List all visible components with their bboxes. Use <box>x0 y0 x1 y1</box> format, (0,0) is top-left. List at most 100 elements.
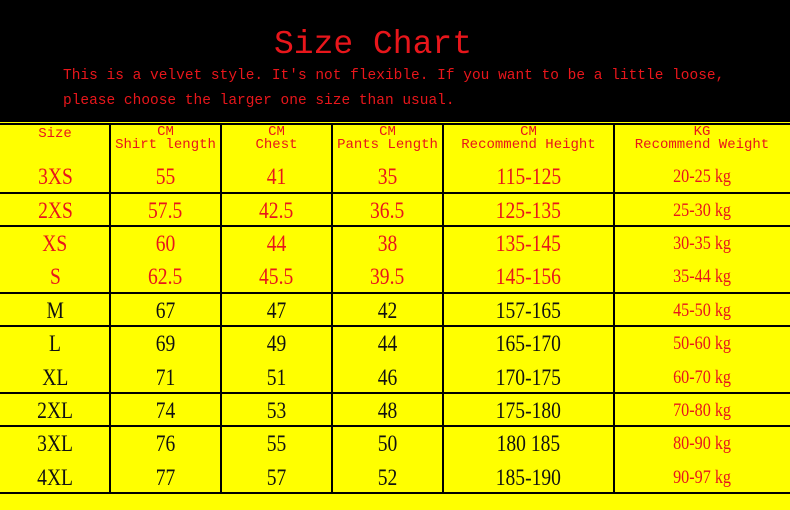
cell-value: 25-30 kg <box>673 200 731 221</box>
table-cell: 44 <box>332 327 443 360</box>
cell-value: 20-25 kg <box>673 166 731 187</box>
table-cell: 67 <box>110 294 221 327</box>
table-cell: 50-60 kg <box>614 327 790 360</box>
table-cell: 36.5 <box>332 194 443 227</box>
table-cell: 71 <box>110 361 221 394</box>
cell-value: 41 <box>266 164 287 189</box>
cell-value: 51 <box>266 365 287 390</box>
table-row: 2XL 74 53 48 175-180 70-80 kg <box>0 394 790 427</box>
table-cell: 57 <box>221 461 332 494</box>
cell-value: 42 <box>377 298 398 323</box>
cell-value: 60-70 kg <box>673 367 731 388</box>
cell-value: 62.5 <box>148 264 183 289</box>
size-label: XS <box>42 231 68 256</box>
cell-value: 49 <box>266 331 287 356</box>
col-header-size: Size <box>38 126 72 142</box>
note-line-1: This is a velvet style. It's not flexibl… <box>63 68 725 84</box>
table-cell: 80-90 kg <box>614 427 790 460</box>
cell-value: 47 <box>266 298 287 323</box>
table-cell: 39.5 <box>332 260 443 293</box>
table-cell: 30-35 kg <box>614 227 790 260</box>
table-cell: 76 <box>110 427 221 460</box>
size-label: M <box>46 298 64 323</box>
cell-value: 175-180 <box>495 398 562 423</box>
size-label: 3XS <box>37 164 73 189</box>
cell-value: 80-90 kg <box>673 433 731 454</box>
table-cell: 50 <box>332 427 443 460</box>
col-header-shirt-length: CM Shirt length <box>115 124 216 153</box>
table-cell: 48 <box>332 394 443 427</box>
cell-value: 145-156 <box>495 264 562 289</box>
cell-value: 77 <box>155 465 176 490</box>
cell-value: 180 185 <box>496 431 561 456</box>
table-cell: 60 <box>110 227 221 260</box>
cell-value: 125-135 <box>495 198 562 223</box>
table-cell: 185-190 <box>443 461 614 494</box>
col-header-chest: CM Chest <box>255 124 298 153</box>
page-title: Size Chart <box>273 26 473 63</box>
table-cell: 51 <box>221 361 332 394</box>
table-cell: 180 185 <box>443 427 614 460</box>
cell-value: 30-35 kg <box>673 233 731 254</box>
cell-value: 170-175 <box>495 365 562 390</box>
cell-value: 67 <box>155 298 176 323</box>
cell-value: 52 <box>377 465 398 490</box>
table-cell: 4XL <box>0 461 110 494</box>
table-row: S 62.5 45.5 39.5 145-156 35-44 kg <box>0 260 790 293</box>
table-cell: 3XS <box>0 160 110 193</box>
table-cell: 2XS <box>0 194 110 227</box>
cell-value: 115-125 <box>496 164 561 189</box>
cell-value: 53 <box>266 398 287 423</box>
cell-value: 90-97 kg <box>673 467 731 488</box>
size-label: 3XL <box>37 431 73 456</box>
cell-value: 135-145 <box>495 231 562 256</box>
size-label: XL <box>41 365 69 390</box>
table-cell: 44 <box>221 227 332 260</box>
cell-value: 57.5 <box>148 198 183 223</box>
cell-value: 45.5 <box>259 264 294 289</box>
table-row: 3XS 55 41 35 115-125 20-25 kg <box>0 160 790 193</box>
cell-value: 39.5 <box>370 264 405 289</box>
table-cell: 115-125 <box>443 160 614 193</box>
table-row: 3XL 76 55 50 180 185 80-90 kg <box>0 427 790 460</box>
table-row: XL 71 51 46 170-175 60-70 kg <box>0 361 790 394</box>
table-cell: 46 <box>332 361 443 394</box>
table-row: M 67 47 42 157-165 45-50 kg <box>0 294 790 327</box>
table-cell: 42.5 <box>221 194 332 227</box>
cell-value: 44 <box>377 331 398 356</box>
table-cell: 69 <box>110 327 221 360</box>
cell-value: 50 <box>377 431 398 456</box>
table-cell: M <box>0 294 110 327</box>
table-cell: 45.5 <box>221 260 332 293</box>
cell-value: 50-60 kg <box>673 333 731 354</box>
table-cell: 70-80 kg <box>614 394 790 427</box>
cell-value: 36.5 <box>370 198 405 223</box>
header-banner: Size Chart This is a velvet style. It's … <box>0 0 790 122</box>
col-header-recommend-weight: KG Recommend Weight <box>634 124 770 153</box>
cell-value: 46 <box>377 365 398 390</box>
size-label: L <box>49 331 61 356</box>
table-cell: 49 <box>221 327 332 360</box>
table-cell: 2XL <box>0 394 110 427</box>
cell-value: 55 <box>155 164 176 189</box>
cell-value: 38 <box>377 231 398 256</box>
note-line-2: please choose the larger one size than u… <box>63 93 455 109</box>
table-cell: 41 <box>221 160 332 193</box>
table-cell: 55 <box>221 427 332 460</box>
table-cell: 90-97 kg <box>614 461 790 494</box>
table-cell: 60-70 kg <box>614 361 790 394</box>
table-row: XS 60 44 38 135-145 30-35 kg <box>0 227 790 260</box>
table-cell: 125-135 <box>443 194 614 227</box>
table-cell: 42 <box>332 294 443 327</box>
cell-value: 157-165 <box>495 298 562 323</box>
table-cell: 3XL <box>0 427 110 460</box>
cell-value: 165-170 <box>495 331 562 356</box>
cell-value: 69 <box>155 331 176 356</box>
table-cell: XS <box>0 227 110 260</box>
table-cell: 157-165 <box>443 294 614 327</box>
cell-value: 44 <box>266 231 287 256</box>
size-label: 2XS <box>37 198 73 223</box>
table-cell: XL <box>0 361 110 394</box>
table-cell: 53 <box>221 394 332 427</box>
cell-value: 76 <box>155 431 176 456</box>
